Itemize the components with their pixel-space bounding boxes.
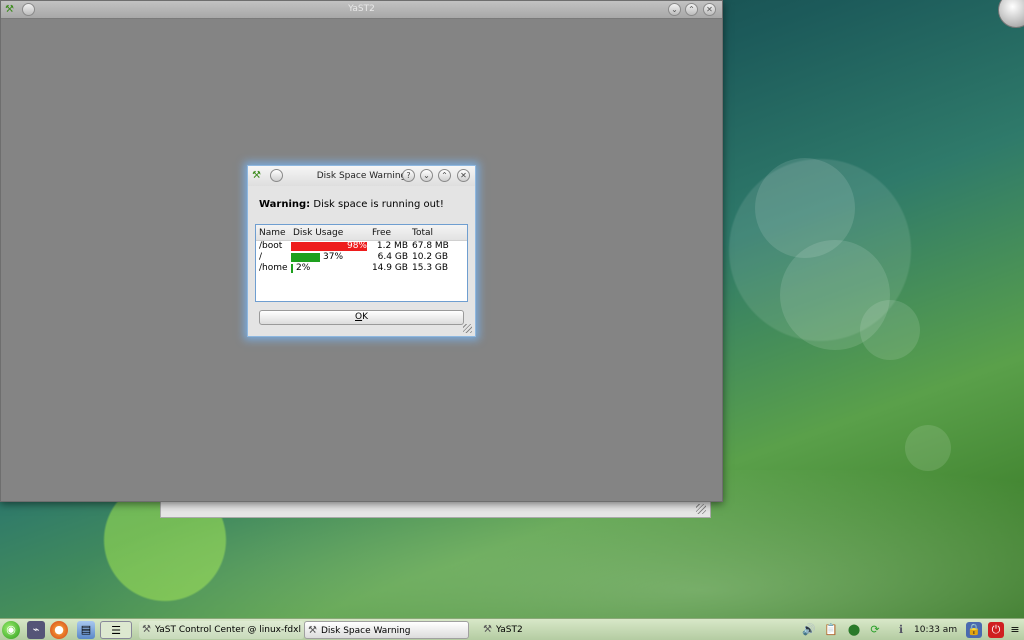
task-yast-control-center[interactable]: ⚒ YaST Control Center @ linux-fdxl — [139, 621, 304, 639]
cell-total: 67.8 MB — [412, 241, 449, 251]
desktop-toolbox-icon[interactable] — [998, 0, 1024, 28]
yast-app-icon: ⚒ — [142, 624, 151, 635]
usage-bar: 2% — [291, 264, 369, 273]
usage-label: 98% — [346, 241, 367, 251]
task-yast2[interactable]: ⚒ YaST2 — [480, 621, 630, 639]
close-icon[interactable]: ✕ — [457, 169, 470, 182]
usage-label: 37% — [323, 252, 344, 262]
warning-message: Warning: Disk space is running out! — [259, 199, 444, 210]
updater-icon[interactable]: ⟳ — [867, 622, 883, 638]
disk-usage-table[interactable]: Name Disk Usage Free Total /boot 98% 1.2 M… — [255, 224, 468, 302]
minimize-icon[interactable]: ⌄ — [420, 169, 433, 182]
column-header-name[interactable]: Name — [259, 228, 286, 238]
cell-free: 1.2 MB — [376, 241, 408, 251]
desktop-pager-icon[interactable]: ☰ — [100, 621, 132, 639]
cell-name: /boot — [259, 241, 283, 251]
network-icon[interactable]: ⌁ — [27, 621, 45, 639]
column-header-total[interactable]: Total — [412, 228, 433, 238]
wallpaper-bokeh — [905, 425, 951, 471]
usage-bar: 37% — [291, 253, 369, 262]
yast-app-icon: ⚒ — [483, 624, 492, 635]
lock-screen-icon[interactable]: 🔒 — [966, 622, 982, 638]
power-icon[interactable]: ⏻ — [988, 622, 1004, 638]
cell-total: 10.2 GB — [412, 252, 449, 262]
window-title: YaST2 — [348, 4, 375, 14]
table-header: Name Disk Usage Free Total — [256, 225, 467, 241]
disk-space-warning-dialog: ⚒ Disk Space Warning ? ⌄ ⌃ ✕ Warning: Di… — [247, 165, 476, 337]
task-label: Disk Space Warning — [321, 626, 411, 636]
cell-name: /home — [259, 263, 288, 273]
resize-grip-icon[interactable] — [463, 324, 472, 333]
speaker-icon[interactable]: 🔊 — [801, 622, 817, 638]
cell-name: / — [259, 252, 263, 262]
task-disk-space-warning[interactable]: ⚒ Disk Space Warning — [304, 621, 469, 639]
opensuse-icon[interactable]: ◉ — [2, 621, 20, 639]
ok-button[interactable]: OK — [259, 310, 464, 325]
wallpaper-bokeh — [860, 300, 920, 360]
maximize-icon[interactable]: ⌃ — [685, 3, 698, 16]
ok-label-rest: K — [362, 312, 368, 322]
table-row[interactable]: /home 2% 14.9 GB 15.3 GB — [256, 263, 467, 274]
minimize-icon[interactable]: ⌄ — [668, 3, 681, 16]
column-header-free[interactable]: Free — [372, 228, 391, 238]
warning-label: Warning: — [259, 199, 311, 210]
help-icon[interactable]: ? — [402, 169, 415, 182]
usage-bar: 98% — [291, 242, 369, 251]
firefox-icon[interactable]: ● — [50, 621, 68, 639]
usage-label: 2% — [296, 263, 311, 273]
table-row[interactable]: /boot 98% 1.2 MB 67.8 MB — [256, 241, 467, 252]
yast2-titlebar[interactable]: ⚒ YaST2 ⌄ ⌃ ✕ — [1, 1, 722, 19]
usage-bar-fill — [291, 264, 293, 273]
close-icon[interactable]: ✕ — [703, 3, 716, 16]
warning-text: Disk space is running out! — [310, 199, 444, 210]
clipboard-icon[interactable]: 📋 — [823, 622, 839, 638]
task-label: YaST Control Center @ linux-fdxl — [155, 625, 301, 635]
cell-free: 6.4 GB — [377, 252, 408, 262]
cell-total: 15.3 GB — [412, 263, 449, 273]
usage-bar-fill — [291, 253, 320, 262]
clock[interactable]: 10:33 am — [914, 621, 957, 639]
maximize-icon[interactable]: ⌃ — [438, 169, 451, 182]
file-manager-icon[interactable]: ▤ — [77, 621, 95, 639]
cell-free: 14.9 GB — [371, 263, 408, 273]
yast-app-icon: ⚒ — [308, 625, 317, 636]
network-tray-icon[interactable]: ⬤ — [846, 622, 862, 638]
taskbar: ◉ ⌁ ● ▤ ☰ ⚒ YaST Control Center @ linux-… — [0, 618, 1024, 640]
dialog-titlebar[interactable]: ⚒ Disk Space Warning ? ⌄ ⌃ ✕ — [248, 166, 475, 186]
resize-grip-icon[interactable] — [696, 504, 706, 514]
task-label: YaST2 — [496, 625, 523, 635]
info-icon[interactable]: ℹ — [893, 622, 909, 638]
table-row[interactable]: / 37% 6.4 GB 10.2 GB — [256, 252, 467, 263]
panel-toolbox-icon[interactable]: ≡ — [1007, 622, 1023, 638]
column-header-disk-usage[interactable]: Disk Usage — [293, 228, 343, 238]
